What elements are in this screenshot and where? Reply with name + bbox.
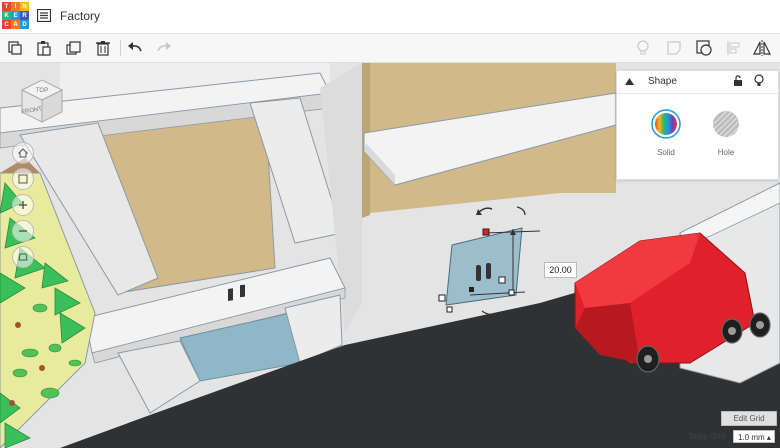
dimension-input[interactable]: 20.00	[544, 262, 577, 278]
inspector-header: Shape	[617, 71, 778, 94]
perspective-icon	[18, 253, 28, 261]
home-view-button[interactable]	[12, 142, 34, 164]
zoom-out-icon	[19, 230, 27, 232]
mirror-icon[interactable]	[752, 38, 772, 58]
align-icon[interactable]	[724, 38, 744, 58]
light-bulb-icon[interactable]	[633, 38, 653, 58]
light-bulb-icon[interactable]	[754, 74, 764, 87]
fit-icon	[18, 174, 28, 184]
hole-option[interactable]: Hole	[706, 109, 746, 157]
duplicate-icon[interactable]	[64, 38, 84, 58]
snap-grid-label: Snap Grid	[689, 432, 726, 441]
note-icon[interactable]	[664, 38, 684, 58]
tinkercad-logo[interactable]: T I N K E R C A D	[2, 2, 29, 29]
edit-grid-button[interactable]: Edit Grid	[721, 411, 777, 426]
logo-letter: D	[20, 20, 29, 29]
zoom-in-button[interactable]	[12, 194, 34, 216]
logo-letter: I	[11, 2, 20, 11]
undo-icon[interactable]	[125, 38, 145, 58]
logo-letter: E	[11, 11, 20, 20]
logo-letter: C	[2, 20, 11, 29]
solid-option[interactable]: Solid	[646, 109, 686, 157]
viewcube-top-label: TOP	[36, 88, 48, 94]
top-bar: T I N K E R C A D Factory	[0, 0, 780, 34]
hole-label: Hole	[717, 148, 735, 157]
copy-icon[interactable]	[5, 38, 25, 58]
design-title[interactable]: Factory	[60, 9, 100, 23]
delete-icon[interactable]	[93, 38, 113, 58]
collapse-arrow-icon[interactable]	[625, 78, 634, 85]
fit-view-button[interactable]	[12, 168, 34, 190]
logo-letter: T	[2, 2, 11, 11]
solid-label: Solid	[657, 148, 675, 157]
home-icon	[18, 148, 28, 158]
lock-icon[interactable]	[733, 75, 743, 87]
toolbar	[0, 34, 780, 63]
snap-grid-select[interactable]: 1.0 mm ▴	[733, 430, 775, 443]
design-list-icon[interactable]	[37, 9, 51, 22]
logo-letter: A	[11, 20, 20, 29]
paste-icon[interactable]	[34, 38, 54, 58]
shape-inspector: Shape Solid Hole	[616, 70, 779, 180]
view-cube[interactable]: TOP FRONT	[18, 78, 64, 124]
inspector-title: Shape	[648, 76, 677, 87]
redo-icon[interactable]	[154, 38, 174, 58]
logo-letter: R	[20, 11, 29, 20]
hole-swatch[interactable]	[711, 109, 741, 139]
logo-letter: K	[2, 11, 11, 20]
workplane-icon[interactable]	[694, 38, 714, 58]
solid-color-swatch[interactable]	[651, 109, 681, 139]
zoom-in-icon	[19, 201, 27, 209]
perspective-button[interactable]	[12, 246, 34, 268]
zoom-out-button[interactable]	[12, 220, 34, 242]
logo-letter: N	[20, 2, 29, 11]
